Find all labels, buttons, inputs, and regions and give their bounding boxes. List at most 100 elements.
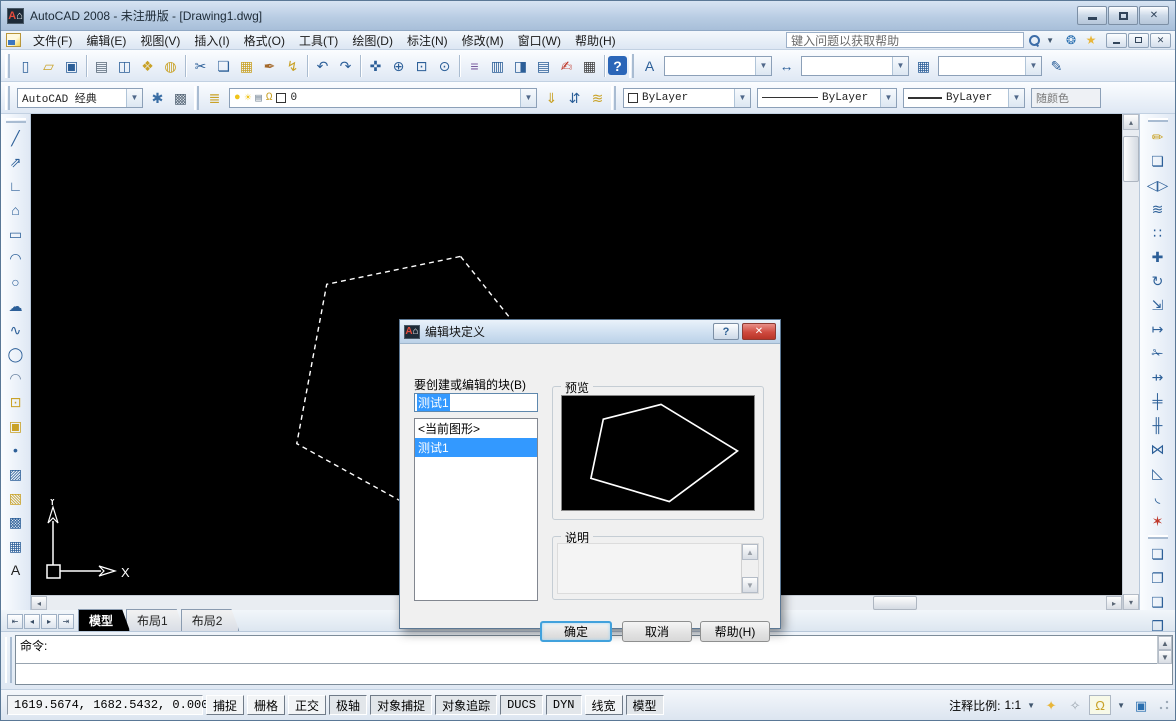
scroll-up-icon[interactable]: ▲ [742,544,758,560]
color-combo[interactable]: ByLayer ▼ [623,88,751,108]
arc-icon[interactable]: ◠ [4,246,28,270]
send-to-back-icon[interactable]: ❐ [1146,566,1170,590]
chevron-down-icon[interactable]: ▼ [520,89,536,107]
communication-center-icon[interactable]: ❂ [1062,32,1080,48]
bring-to-front-icon[interactable]: ❏ [1146,542,1170,566]
status-toggle[interactable]: 对象捕捉 [370,695,432,715]
command-input[interactable] [16,664,1172,684]
toolbar-grip[interactable] [1148,118,1168,122]
trim-icon[interactable]: ✁ [1146,341,1170,365]
polyline-icon[interactable]: ∟ [4,174,28,198]
document-restore-button[interactable] [1128,33,1149,48]
chamfer-icon[interactable]: ◺ [1146,461,1170,485]
rotate-icon[interactable]: ↻ [1146,269,1170,293]
drawing-file-icon[interactable] [6,33,21,47]
menu-item[interactable]: 修改(M) [455,31,511,50]
polygon-icon[interactable]: ⌂ [4,198,28,222]
explode-icon[interactable]: ✶ [1146,509,1170,533]
autocad-app-icon[interactable]: A⌂ [7,8,24,24]
paste-icon[interactable]: ▦ [235,54,258,77]
menu-item[interactable]: 格式(O) [237,31,292,50]
scroll-down-icon[interactable]: ▼ [1158,650,1172,664]
properties-icon[interactable]: ≡ [463,54,486,77]
bring-above-objects-icon[interactable]: ❑ [1146,590,1170,614]
match-properties-icon[interactable]: ✒ [258,54,281,77]
construction-line-icon[interactable]: ⇗ [4,150,28,174]
first-tab-icon[interactable]: ⇤ [7,614,23,629]
annotation-auto-add-icon[interactable]: ✧ [1065,695,1085,715]
stretch-icon[interactable]: ↦ [1146,317,1170,341]
layout-tab[interactable]: 布局2 [181,609,240,631]
gradient-icon[interactable]: ▧ [4,486,28,510]
make-block-icon[interactable]: ▣ [4,414,28,438]
toolbar-grip[interactable] [5,86,10,110]
menu-item[interactable]: 文件(F) [26,31,79,50]
designcenter-icon[interactable]: ▥ [486,54,509,77]
linetype-combo[interactable]: ByLayer ▼ [757,88,897,108]
command-scrollbar[interactable]: ▲ ▼ [1157,636,1172,664]
menu-item[interactable]: 视图(V) [133,31,187,50]
rectangle-icon[interactable]: ▭ [4,222,28,246]
scale-icon[interactable]: ⇲ [1146,293,1170,317]
document-close-button[interactable]: ✕ [1150,33,1171,48]
status-toggle[interactable]: 模型 [626,695,664,715]
break-icon[interactable]: ╫ [1146,413,1170,437]
previous-tab-icon[interactable]: ◂ [24,614,40,629]
break-at-point-icon[interactable]: ╪ [1146,389,1170,413]
status-toggle[interactable]: DUCS [500,695,543,715]
layout-tab[interactable]: 布局1 [126,609,185,631]
description-scrollbar[interactable]: ▲ ▼ [741,544,758,593]
resize-grip[interactable] [1159,700,1169,710]
favorites-icon[interactable]: ★ [1082,32,1100,48]
cut-icon[interactable]: ✂ [189,54,212,77]
chevron-down-icon[interactable]: ▼ [1025,57,1041,75]
erase-icon[interactable]: ✏ [1146,125,1170,149]
annotation-lock-icon[interactable]: Ω [1092,695,1108,715]
command-window-grip[interactable] [5,637,12,683]
toolbar-grip[interactable] [5,54,10,78]
horizontal-scroll-thumb[interactable] [873,596,917,610]
annotation-scale-dropdown-icon[interactable]: ▼ [1025,701,1037,710]
help-button[interactable]: 帮助(H) [700,621,770,642]
quickcalc-icon[interactable]: ▦ [578,54,601,77]
chevron-down-icon[interactable]: ▼ [892,57,908,75]
point-icon[interactable]: • [4,438,28,462]
vertical-scroll-thumb[interactable] [1123,136,1139,182]
lock-dropdown-icon[interactable]: ▼ [1115,701,1127,710]
scroll-right-icon[interactable]: ▸ [1106,596,1122,610]
vertical-scrollbar[interactable]: ▴ ▾ [1122,114,1139,610]
minimize-button[interactable] [1077,6,1107,25]
block-list-item[interactable]: <当前图形> [415,419,537,438]
layer-manager-icon[interactable]: ≣ [203,86,226,109]
layout-tab[interactable]: 模型 [78,609,130,631]
join-icon[interactable]: ⋈ [1146,437,1170,461]
extend-icon[interactable]: ⇸ [1146,365,1170,389]
plot-preview-icon[interactable]: ◫ [113,54,136,77]
annotation-scale-value[interactable]: 1:1 [1004,698,1021,712]
dialog-title-bar[interactable]: A⌂ 编辑块定义 ? ✕ [400,320,780,344]
my-workspace-icon[interactable]: ▩ [169,86,192,109]
publish-icon[interactable]: ❖ [136,54,159,77]
3d-dwf-icon[interactable]: ◍ [159,54,182,77]
clean-screen-icon[interactable]: ▣ [1131,695,1151,715]
layer-plot-icon[interactable]: ▤ [255,91,262,105]
cancel-button[interactable]: 取消 [622,621,692,642]
chevron-down-icon[interactable]: ▼ [880,89,896,107]
search-dropdown-icon[interactable]: ▼ [1044,36,1056,45]
multiline-text-icon[interactable]: A [4,558,28,582]
sheetset-manager-icon[interactable]: ▤ [532,54,555,77]
zoom-previous-icon[interactable]: ⊙ [433,54,456,77]
search-icon[interactable] [1028,34,1040,46]
block-editor-icon[interactable]: ↯ [281,54,304,77]
menu-item[interactable]: 工具(T) [292,31,345,50]
insert-block-icon[interactable]: ⊡ [4,390,28,414]
help-icon[interactable]: ? [608,56,627,75]
dialog-help-icon[interactable]: ? [713,323,739,340]
chevron-down-icon[interactable]: ▼ [126,89,142,107]
zoom-realtime-icon[interactable]: ⊕ [387,54,410,77]
layer-freeze-icon[interactable]: ☀ [245,91,252,105]
toolbar-grip[interactable] [1148,535,1168,539]
status-toggle[interactable]: 正交 [288,695,326,715]
plot-icon[interactable]: ▤ [90,54,113,77]
mirror-icon[interactable]: ◁▷ [1146,173,1170,197]
